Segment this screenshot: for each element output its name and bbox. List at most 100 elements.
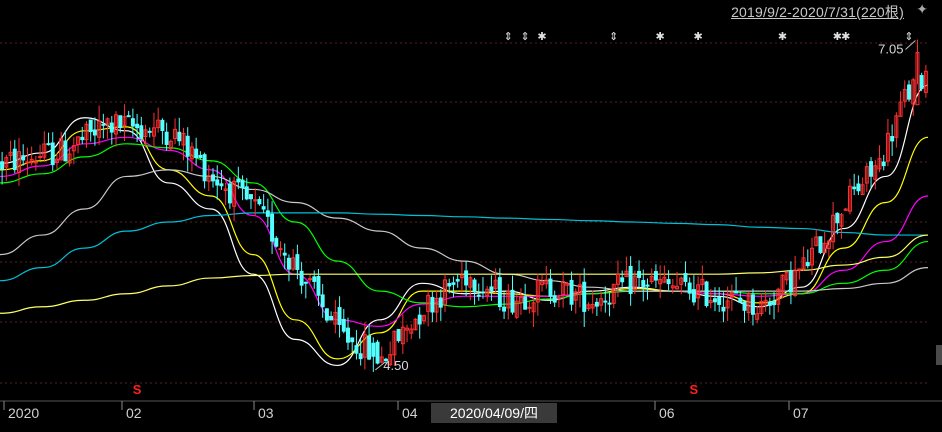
candle[interactable] [481, 276, 485, 299]
date-range-label[interactable]: 2019/9/2-2020/7/31(220根) [731, 2, 904, 22]
candle[interactable] [164, 122, 169, 151]
candle[interactable] [122, 104, 127, 142]
candle[interactable] [358, 339, 363, 366]
candle[interactable] [80, 126, 85, 145]
event-star-icon[interactable]: ✱ [778, 30, 787, 43]
candle[interactable] [223, 182, 228, 206]
candle[interactable] [607, 292, 612, 317]
candle[interactable] [565, 281, 570, 296]
candle[interactable] [687, 277, 692, 300]
candle[interactable] [818, 236, 823, 255]
candle[interactable] [413, 318, 418, 331]
candle[interactable] [455, 273, 460, 288]
candle[interactable] [341, 308, 346, 334]
candle[interactable] [50, 132, 55, 171]
candle[interactable] [898, 91, 903, 117]
candle[interactable] [801, 246, 806, 271]
candle[interactable] [885, 118, 890, 167]
candle[interactable] [312, 270, 317, 289]
candle[interactable] [114, 111, 118, 147]
candle[interactable] [375, 339, 380, 365]
candle[interactable] [902, 80, 907, 108]
candle[interactable] [894, 112, 899, 148]
candle[interactable] [278, 241, 283, 257]
candle[interactable] [202, 152, 207, 189]
candle[interactable] [459, 261, 464, 293]
candle[interactable] [160, 118, 165, 145]
candle[interactable] [396, 328, 401, 343]
candle[interactable] [434, 290, 439, 323]
candle[interactable] [514, 295, 519, 319]
candle[interactable] [742, 300, 747, 323]
candle[interactable] [523, 283, 528, 310]
candle[interactable] [320, 283, 325, 318]
candle[interactable] [97, 105, 102, 145]
candles[interactable] [0, 39, 928, 372]
candle[interactable] [599, 291, 604, 312]
candle[interactable] [485, 286, 490, 302]
candle[interactable] [856, 175, 861, 196]
candle[interactable] [586, 302, 591, 312]
candle[interactable] [25, 147, 30, 176]
candle[interactable] [299, 262, 304, 294]
candle[interactable] [46, 132, 51, 146]
candle[interactable] [240, 175, 245, 201]
candle[interactable] [831, 201, 836, 250]
candle[interactable] [71, 137, 76, 165]
candle[interactable] [620, 270, 625, 290]
candle[interactable] [257, 196, 262, 206]
candle[interactable] [371, 337, 376, 372]
candle[interactable] [109, 115, 114, 145]
candle[interactable] [788, 261, 793, 305]
candle[interactable] [704, 280, 709, 308]
candle[interactable] [409, 324, 414, 340]
candle[interactable] [308, 274, 313, 283]
candle[interactable] [185, 127, 190, 172]
candle[interactable] [265, 198, 270, 228]
candle[interactable] [333, 299, 338, 334]
candle[interactable] [569, 271, 574, 311]
candle[interactable] [400, 314, 405, 354]
candle[interactable] [249, 194, 253, 209]
candle[interactable] [63, 130, 68, 162]
candle[interactable] [350, 337, 355, 353]
pin-icon[interactable]: ✦ [916, 1, 928, 18]
candle[interactable] [776, 287, 781, 313]
candle[interactable] [21, 144, 26, 166]
candle[interactable] [139, 116, 144, 142]
event-star-icon[interactable]: ✱ [841, 30, 850, 43]
candle[interactable] [367, 324, 372, 360]
candle[interactable] [291, 248, 296, 271]
candle[interactable] [573, 288, 578, 314]
candle[interactable] [253, 188, 258, 216]
candle[interactable] [173, 118, 178, 145]
event-arrow-icon[interactable]: ⇕ [609, 30, 618, 43]
candle[interactable] [329, 311, 334, 321]
candle[interactable] [734, 277, 739, 294]
candle[interactable] [890, 124, 895, 156]
candle[interactable] [873, 159, 878, 190]
candle[interactable] [805, 249, 810, 269]
candle[interactable] [147, 127, 152, 138]
candle[interactable] [324, 308, 329, 323]
scrollbar-handle[interactable] [936, 345, 942, 365]
candle[interactable] [649, 268, 654, 285]
candle[interactable] [426, 289, 431, 327]
candle[interactable] [624, 256, 629, 278]
candle[interactable] [489, 275, 494, 301]
candle[interactable] [822, 231, 827, 254]
candle[interactable] [708, 289, 713, 309]
candle[interactable] [506, 283, 511, 320]
candle[interactable] [767, 297, 772, 315]
candle[interactable] [29, 146, 34, 166]
candle[interactable] [919, 72, 924, 92]
event-arrow-icon[interactable]: ⇕ [521, 30, 530, 43]
candle[interactable] [877, 145, 882, 173]
candle[interactable] [531, 297, 536, 328]
candle[interactable] [151, 112, 156, 148]
candle[interactable] [177, 117, 182, 146]
candle[interactable] [843, 207, 848, 211]
candle[interactable] [126, 110, 131, 118]
candle[interactable] [337, 296, 342, 338]
candle[interactable] [658, 265, 663, 299]
